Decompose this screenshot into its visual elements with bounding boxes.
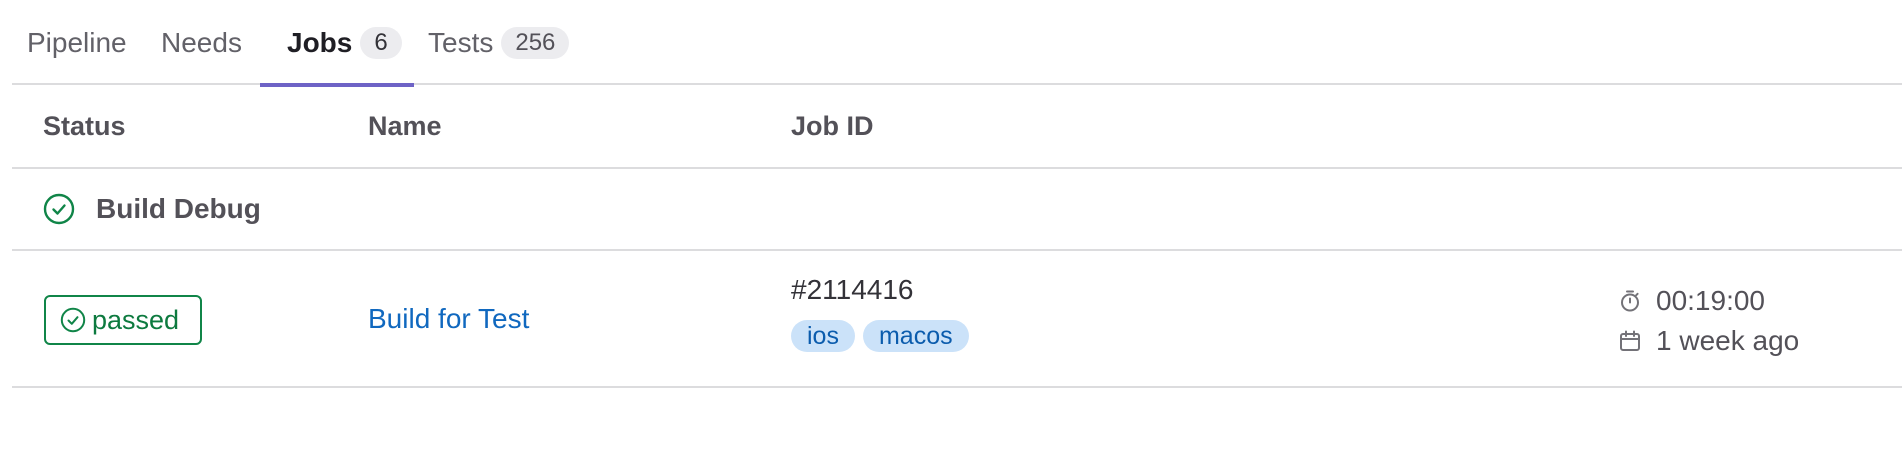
job-duration: 00:19:00	[1618, 281, 1799, 321]
pipeline-jobs-page: Pipeline Needs Jobs 6 Tests 256 Status N…	[0, 0, 1902, 456]
tab-pipeline[interactable]: Pipeline	[27, 0, 127, 85]
job-id-link[interactable]: #2114416	[791, 274, 914, 306]
check-circle-icon	[43, 193, 75, 225]
timer-icon	[1621, 290, 1639, 312]
check-circle-icon	[60, 307, 86, 333]
tab-tests-count-badge: 256	[501, 26, 570, 59]
job-duration-value: 00:19:00	[1656, 285, 1765, 316]
job-name-link[interactable]: Build for Test	[368, 298, 529, 340]
stage-group-title: Build Debug	[96, 193, 261, 224]
tab-needs-label: Needs	[161, 26, 242, 58]
column-header-job-id: Job ID	[791, 110, 874, 141]
table-row: passed Build for Test #2114416 ios macos…	[12, 251, 1902, 388]
job-tags: ios macos	[791, 320, 969, 352]
column-header-status: Status	[43, 110, 126, 141]
column-header-name: Name	[368, 110, 442, 141]
tab-tests[interactable]: Tests 256	[428, 0, 570, 85]
job-status-label: passed	[92, 304, 180, 335]
pipeline-tabs: Pipeline Needs Jobs 6 Tests 256	[12, 0, 1902, 87]
stage-group-row: Build Debug	[12, 169, 1902, 251]
tab-tests-label: Tests	[428, 26, 494, 58]
tab-jobs-count-badge: 6	[360, 26, 402, 59]
job-tag: macos	[862, 320, 969, 352]
calendar-icon	[1620, 330, 1640, 351]
job-finished-value: 1 week ago	[1656, 325, 1800, 356]
tab-pipeline-label: Pipeline	[27, 26, 127, 58]
jobs-table-header: Status Name Job ID	[12, 85, 1902, 169]
tab-jobs-label: Jobs	[287, 26, 353, 58]
job-finished: 1 week ago	[1618, 321, 1799, 361]
tab-needs[interactable]: Needs	[161, 0, 242, 85]
tab-jobs[interactable]: Jobs 6	[260, 0, 414, 87]
job-timing: 00:19:00 1 week ago	[1618, 281, 1799, 361]
job-status-badge[interactable]: passed	[44, 295, 202, 345]
job-tag: ios	[791, 320, 855, 352]
